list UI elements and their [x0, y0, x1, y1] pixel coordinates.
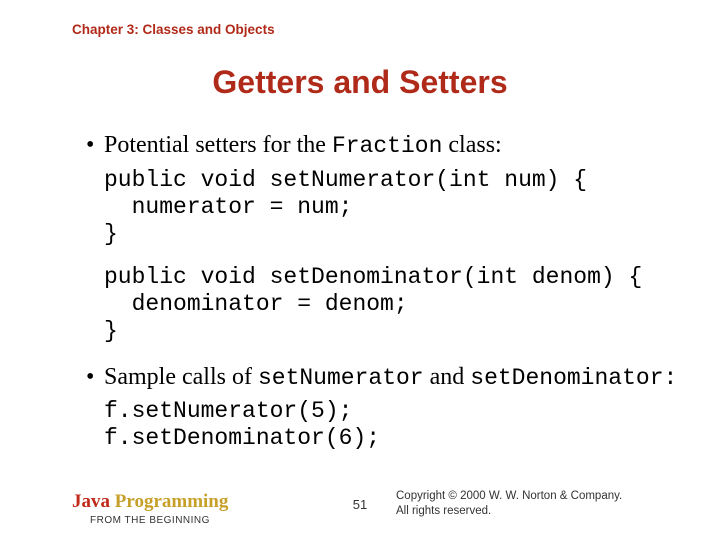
brand-java: Java: [72, 491, 110, 512]
slide: Chapter 3: Classes and Objects Getters a…: [0, 0, 720, 540]
copyright-line-2: All rights reserved.: [396, 505, 491, 517]
copyright-line-1: Copyright © 2000 W. W. Norton & Company.: [396, 490, 622, 502]
code-set-denominator: public void setDenominator(int denom) { …: [104, 264, 680, 345]
brand: Java Programming: [72, 491, 228, 512]
bullet-text-colon: :: [664, 365, 678, 391]
bullet-text-pre: Potential setters for the: [104, 132, 332, 158]
inline-code-setdenominator: setDenominator: [470, 365, 663, 391]
slide-body: Potential setters for the Fraction class…: [86, 130, 680, 469]
bullet-text-post: class:: [442, 132, 501, 158]
copyright: Copyright © 2000 W. W. Norton & Company.…: [396, 489, 656, 520]
bullet-setters-intro: Potential setters for the Fraction class…: [86, 130, 680, 161]
bullet-text-mid: and: [424, 364, 471, 390]
inline-code-fraction: Fraction: [332, 133, 442, 159]
chapter-label: Chapter 3: Classes and Objects: [72, 22, 275, 37]
brand-programming: Programming: [110, 491, 228, 512]
code-sample-calls: f.setNumerator(5); f.setDenominator(6);: [104, 398, 680, 452]
bullet-text-pre: Sample calls of: [104, 364, 258, 390]
slide-title: Getters and Setters: [0, 64, 720, 101]
bullet-sample-calls: Sample calls of setNumerator and setDeno…: [86, 362, 680, 393]
inline-code-setnumerator: setNumerator: [258, 365, 424, 391]
code-set-numerator: public void setNumerator(int num) { nume…: [104, 167, 680, 248]
